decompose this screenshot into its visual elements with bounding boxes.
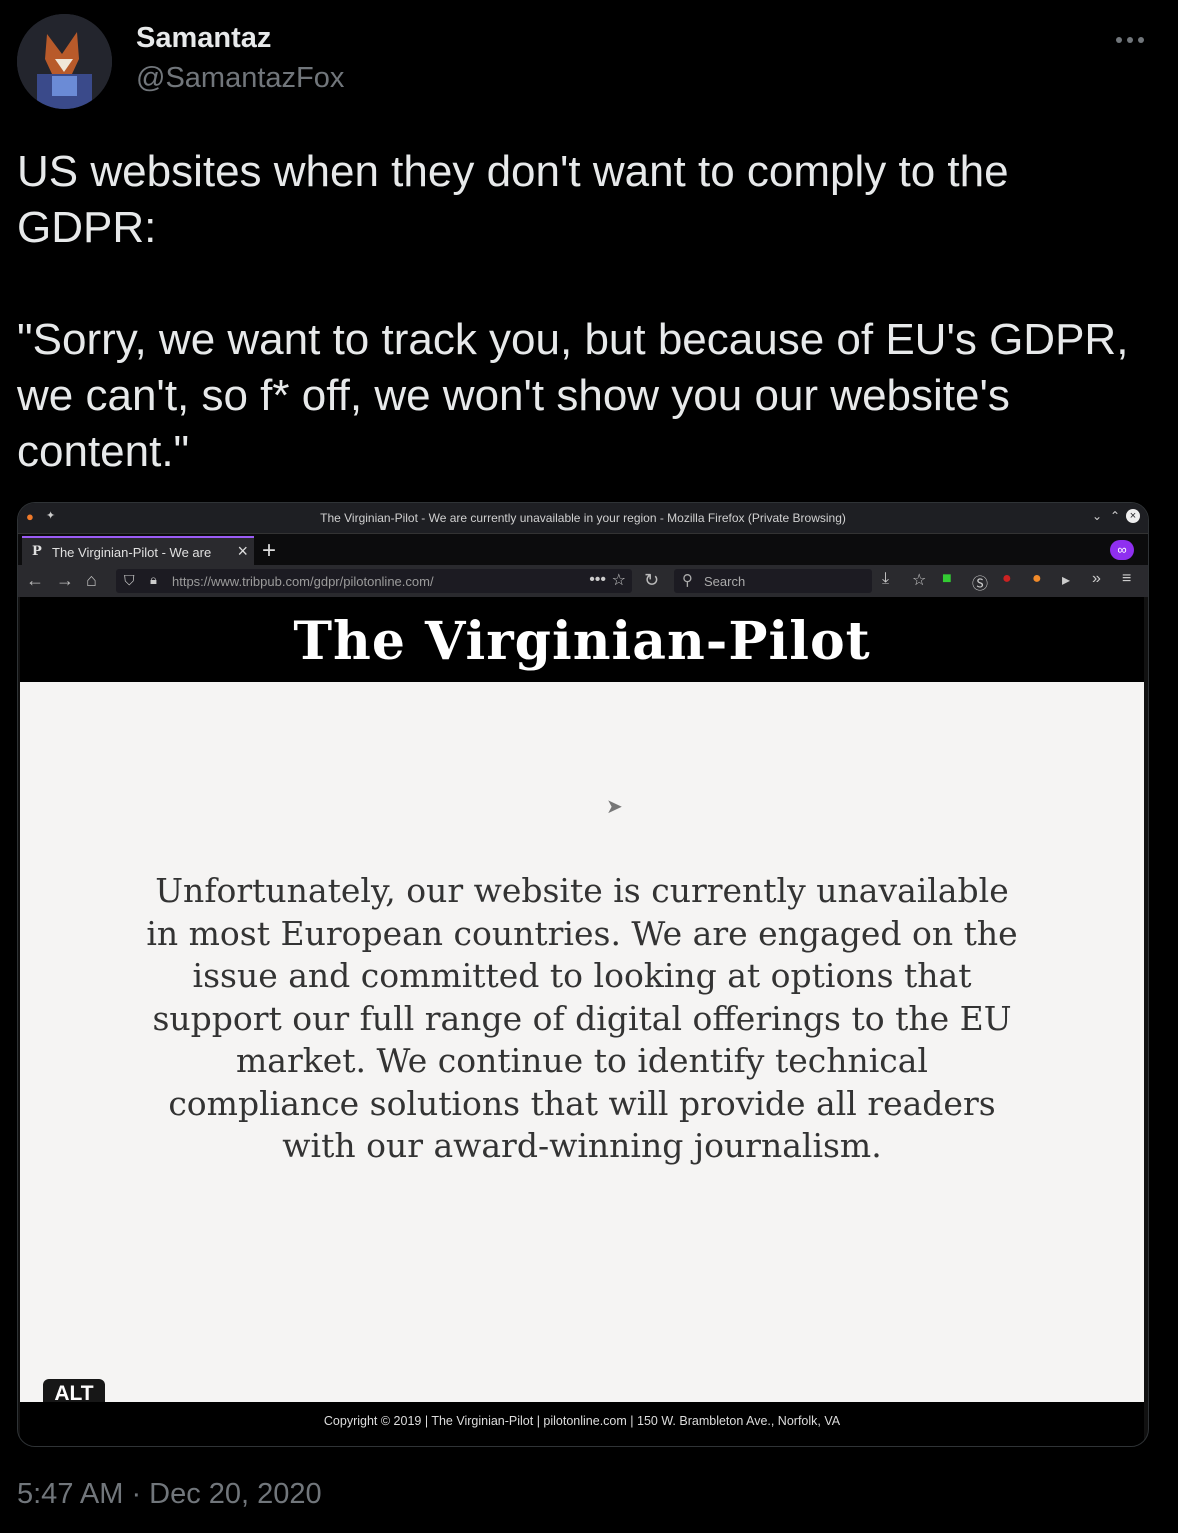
site-footer: Copyright © 2019 | The Virginian-Pilot |… — [20, 1402, 1144, 1446]
ublock-icon[interactable]: ● — [1002, 570, 1012, 588]
menu-icon[interactable]: ≡ — [1122, 570, 1131, 588]
tweet-image[interactable]: ● ✦ The Virginian-Pilot - We are current… — [17, 502, 1149, 1447]
display-name[interactable]: Samantaz — [136, 22, 271, 55]
cursor-icon: ➤ — [606, 796, 623, 818]
media-icon[interactable]: ▸ — [1062, 570, 1070, 590]
reload-icon[interactable]: ↻ — [644, 570, 659, 591]
private-mask-icon: ∞ — [1110, 540, 1134, 560]
tab-bar: P The Virginian-Pilot - We are × + ∞ — [18, 533, 1148, 566]
bookmarks-icon[interactable]: ☆ — [912, 570, 926, 590]
window-title: The Virginian-Pilot - We are currently u… — [320, 511, 846, 525]
shield-icon[interactable]: ⛉ — [124, 572, 135, 589]
overflow-icon[interactable]: » — [1092, 570, 1101, 588]
url-bar[interactable]: ⛉ 🔒︎ https://www.tribpub.com/gdpr/piloto… — [116, 569, 632, 593]
tab-virginian-pilot[interactable]: P The Virginian-Pilot - We are × — [22, 536, 254, 566]
avatar[interactable] — [17, 14, 112, 109]
extension-s-icon[interactable]: Ⓢ — [972, 570, 988, 594]
download-icon[interactable]: ⤓ — [882, 570, 889, 588]
tab-label: The Virginian-Pilot - We are — [52, 545, 212, 560]
site-body: ➤ Unfortunately, our website is currentl… — [20, 682, 1144, 1402]
search-placeholder: Search — [704, 574, 746, 589]
unavailable-message: Unfortunately, our website is currently … — [146, 871, 1018, 1165]
favicon-icon: P — [32, 544, 42, 559]
firefox-account-icon[interactable]: ● — [1032, 570, 1042, 588]
more-icon[interactable] — [1108, 22, 1152, 58]
forward-icon[interactable]: → — [56, 570, 74, 591]
star-icon[interactable]: ☆ — [612, 570, 626, 590]
close-tab-icon[interactable]: × — [237, 541, 248, 562]
site-header: The Virginian-Pilot — [20, 597, 1144, 682]
search-icon: ⚲ — [682, 572, 693, 589]
alt-badge[interactable]: ALT — [43, 1379, 105, 1409]
site-logo: The Virginian-Pilot — [293, 611, 871, 672]
search-box[interactable]: ⚲ Search — [674, 569, 872, 593]
lock-icon[interactable]: 🔒︎ — [150, 572, 157, 588]
nav-toolbar: ← → ⌂ ⛉ 🔒︎ https://www.tribpub.com/gdpr/… — [18, 565, 1148, 597]
user-handle[interactable]: @SamantazFox — [136, 62, 344, 95]
tweet-timestamp[interactable]: 5:47 AM · Dec 20, 2020 — [17, 1478, 322, 1511]
extension-green-icon[interactable]: ■ — [942, 570, 952, 588]
home-icon[interactable]: ⌂ — [86, 570, 97, 591]
url-text: https://www.tribpub.com/gdpr/pilotonline… — [172, 574, 434, 589]
back-icon[interactable]: ← — [26, 570, 44, 591]
minimize-icon[interactable]: ⌄ — [1092, 509, 1102, 523]
tweet-text: US websites when they don't want to comp… — [17, 147, 1129, 476]
close-icon[interactable]: × — [1126, 509, 1140, 523]
avatar-fox-icon — [17, 14, 112, 109]
page-actions-icon[interactable]: ••• — [589, 571, 606, 589]
maximize-icon[interactable]: ⌃ — [1110, 509, 1120, 523]
browser-titlebar: ● ✦ The Virginian-Pilot - We are current… — [18, 503, 1148, 533]
new-tab-icon[interactable]: + — [262, 537, 276, 565]
